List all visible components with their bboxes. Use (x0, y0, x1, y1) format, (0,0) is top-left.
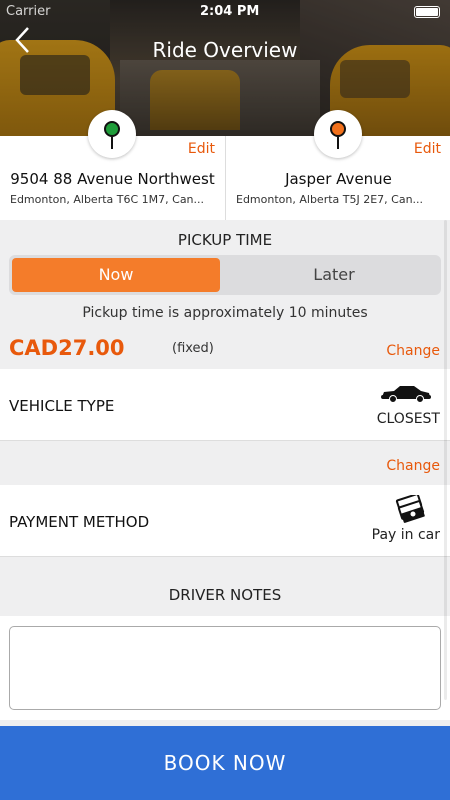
status-bar: Carrier 2:04 PM (0, 2, 450, 22)
vehicle-type-row[interactable]: VEHICLE TYPE CLOSEST (0, 369, 450, 441)
payment-method-label: PAYMENT METHOD (9, 513, 150, 531)
fare-type: (fixed) (172, 341, 214, 356)
segment-now[interactable]: Now (12, 258, 220, 292)
edit-pickup-link[interactable]: Edit (188, 141, 215, 157)
page-title: Ride Overview (152, 38, 298, 62)
change-vehicle-link[interactable]: Change (386, 343, 440, 359)
dropoff-city: Edmonton, Alberta T5J 2E7, Can... (236, 193, 424, 206)
book-now-button[interactable]: BOOK NOW (0, 726, 450, 800)
battery-icon (414, 6, 440, 18)
vehicle-type-label: VEHICLE TYPE (9, 397, 115, 415)
clock: 2:04 PM (200, 4, 260, 19)
scrollbar[interactable] (444, 220, 447, 700)
driver-notes-input[interactable] (9, 626, 441, 710)
pickup-time-heading: PICKUP TIME (177, 231, 273, 249)
cash-icon (394, 493, 426, 527)
payment-method-value: Pay in car (371, 527, 440, 543)
pickup-eta-note: Pickup time is approximately 10 minutes (82, 305, 368, 321)
pickup-location[interactable]: Edit 9504 88 Avenue Northwest Edmonton, … (0, 110, 225, 220)
driver-notes-heading: DRIVER NOTES (168, 586, 282, 604)
dropoff-location[interactable]: Edit Jasper Avenue Edmonton, Alberta T5J… (226, 110, 450, 220)
payment-method-row[interactable]: PAYMENT METHOD Pay in car (0, 485, 450, 557)
dropoff-street: Jasper Avenue (285, 170, 392, 188)
pickup-street: 9504 88 Avenue Northwest (10, 170, 215, 188)
route-locations: Edit 9504 88 Avenue Northwest Edmonton, … (0, 110, 450, 220)
pickup-pin-icon (88, 110, 136, 158)
fare-price: CAD27.00 (9, 336, 125, 360)
driver-notes-section (0, 616, 450, 720)
edit-dropoff-link[interactable]: Edit (414, 141, 441, 157)
header-banner: Carrier 2:04 PM Ride Overview (0, 0, 450, 136)
carrier-label: Carrier (6, 4, 51, 19)
segment-later[interactable]: Later (230, 258, 438, 292)
change-payment-link[interactable]: Change (386, 458, 440, 474)
vehicle-type-value: CLOSEST (376, 411, 440, 427)
car-icon (380, 383, 432, 407)
pickup-city: Edmonton, Alberta T6C 1M7, Can... (10, 193, 205, 206)
dropoff-pin-icon (314, 110, 362, 158)
pickup-time-segmented-control: Now Later (9, 255, 441, 295)
